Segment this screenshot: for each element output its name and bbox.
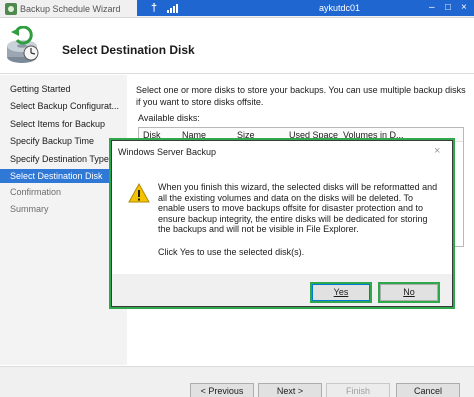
column-header-used-space[interactable]: Used Space <box>289 130 341 140</box>
column-header-name[interactable]: Name <box>182 130 222 140</box>
wizard-header: Select Destination Disk <box>0 18 474 74</box>
signal-strength-icon <box>167 4 178 13</box>
remote-minimize-button[interactable]: – <box>429 2 435 13</box>
nav-step-confirmation: Confirmation <box>10 187 62 197</box>
backup-app-icon <box>5 3 17 15</box>
page-title: Select Destination Disk <box>62 43 195 57</box>
dialog-confirm-text: Click Yes to use the selected disk(s). <box>158 247 305 257</box>
remote-connection-bar: † aykutdc01 – □ × <box>137 0 474 16</box>
nav-step-getting-started[interactable]: Getting Started <box>0 82 127 96</box>
previous-button[interactable]: < Previous <box>190 383 254 397</box>
pin-icon[interactable]: † <box>151 2 157 14</box>
dialog-message: When you finish this wizard, the selecte… <box>158 182 438 235</box>
remote-host-name: aykutdc01 <box>319 3 361 13</box>
remote-close-button[interactable]: × <box>461 2 467 13</box>
nav-step-backup-configuration[interactable]: Select Backup Configurat... <box>0 99 127 113</box>
wizard-step-nav: Getting Started Select Backup Configurat… <box>0 75 127 365</box>
nav-step-items-for-backup[interactable]: Select Items for Backup <box>0 117 127 131</box>
nav-step-summary: Summary <box>10 204 49 214</box>
no-button-label: No <box>403 287 415 297</box>
dialog-title: Windows Server Backup <box>118 147 217 157</box>
window-title: Backup Schedule Wizard <box>20 4 121 14</box>
finish-button: Finish <box>326 383 390 397</box>
remote-restore-button[interactable]: □ <box>445 2 451 13</box>
available-disks-label: Available disks: <box>138 113 200 123</box>
dialog-close-button[interactable]: × <box>434 145 440 157</box>
next-button[interactable]: Next > <box>258 383 322 397</box>
dialog-titlebar: Windows Server Backup × <box>112 141 452 161</box>
dialog-button-bar: Yes No <box>112 274 452 306</box>
nav-step-destination-type[interactable]: Specify Destination Type <box>0 152 127 166</box>
yes-button[interactable]: Yes <box>312 284 370 301</box>
no-button[interactable]: No <box>380 284 438 301</box>
column-header-disk[interactable]: Disk <box>143 130 165 140</box>
column-header-volumes[interactable]: Volumes in D... <box>343 130 405 140</box>
column-header-size[interactable]: Size <box>237 130 277 140</box>
nav-step-destination-disk[interactable]: Select Destination Disk <box>0 169 127 183</box>
nav-step-backup-time[interactable]: Specify Backup Time <box>0 134 127 148</box>
wizard-footer: < Previous Next > Finish Cancel <box>0 366 474 397</box>
instructions-text: Select one or more disks to store your b… <box>136 85 466 107</box>
yes-button-label: Yes <box>333 287 349 297</box>
warning-icon <box>128 183 150 203</box>
windows-server-backup-dialog: Windows Server Backup × When you finish … <box>111 140 453 307</box>
cancel-button[interactable]: Cancel <box>396 383 460 397</box>
backup-disk-icon <box>7 26 39 63</box>
